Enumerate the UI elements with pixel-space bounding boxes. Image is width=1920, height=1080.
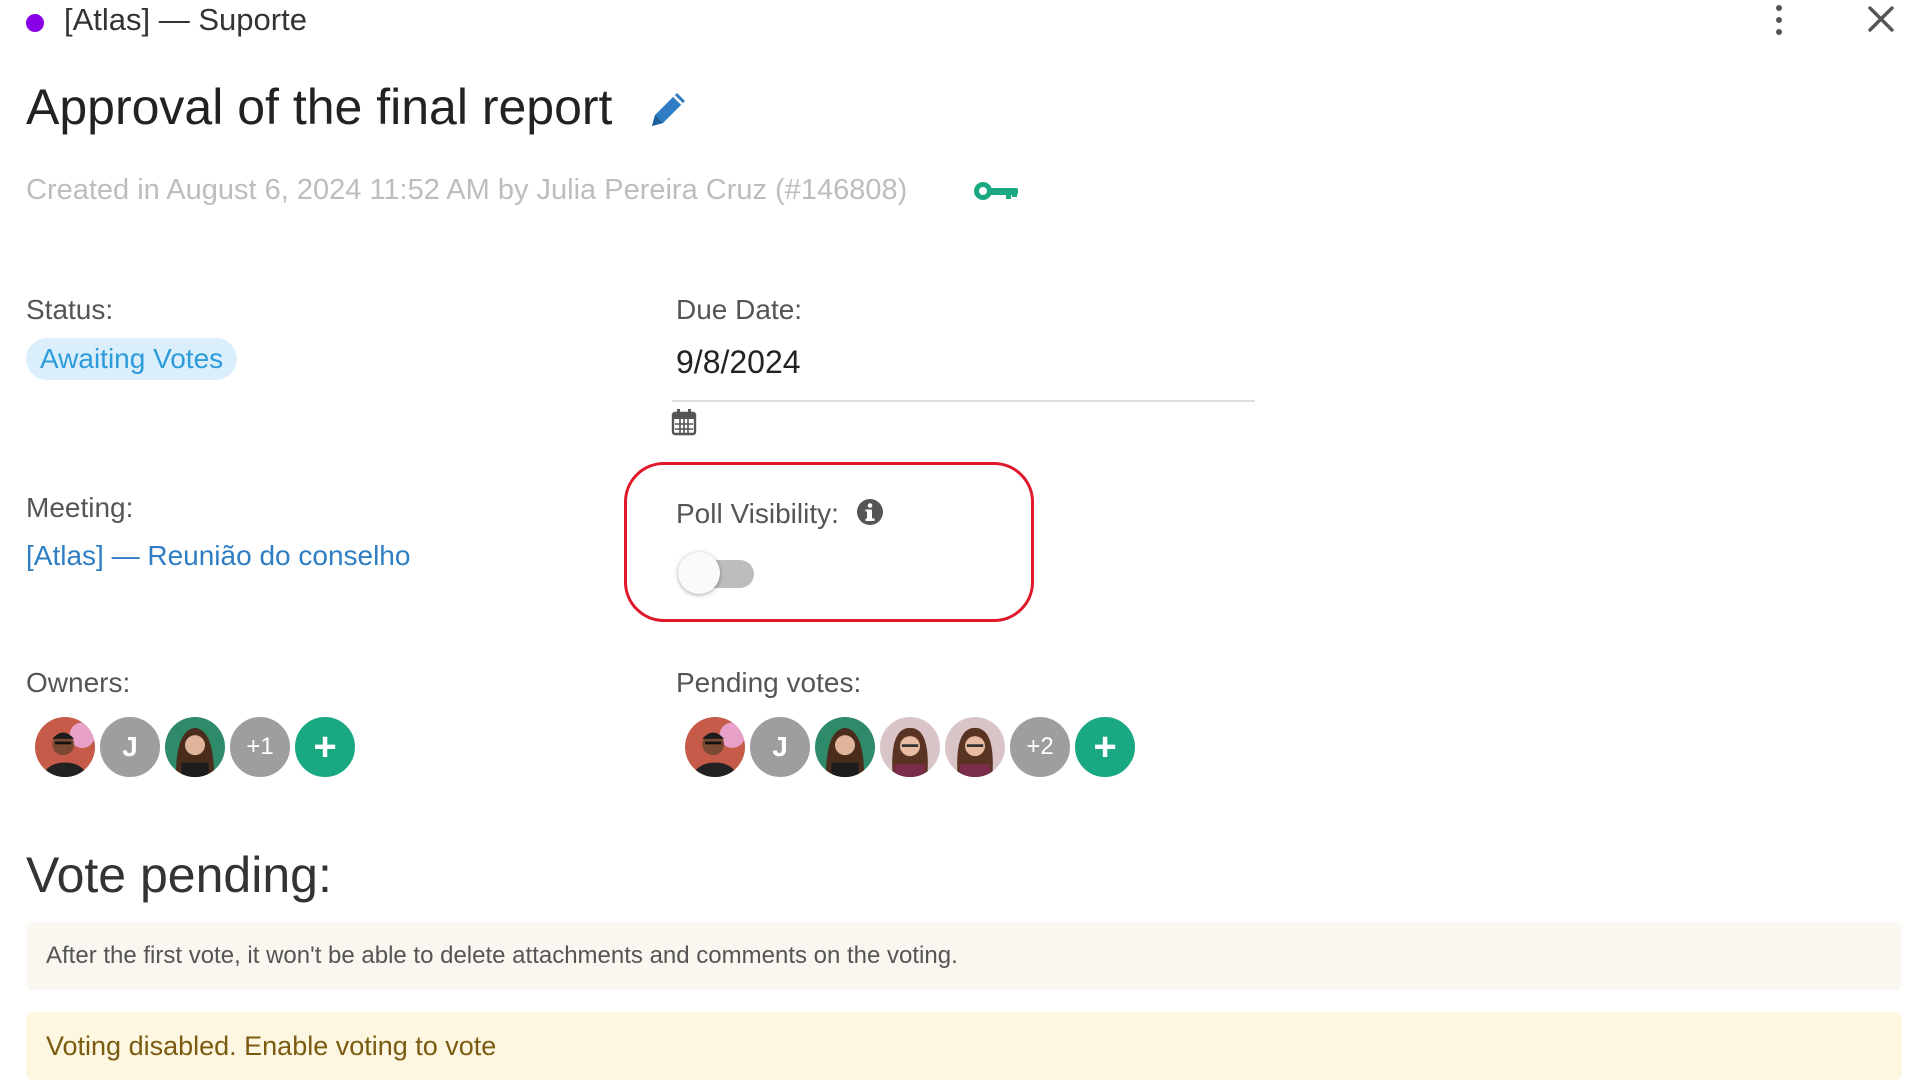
owners-label: Owners: (26, 667, 131, 698)
window-header: [Atlas] — Suporte (0, 0, 1920, 42)
add-voter-button[interactable]: + (1072, 714, 1138, 780)
status-badge: Awaiting Votes (26, 338, 238, 380)
avatar-more-count[interactable]: +2 (1007, 714, 1073, 780)
meeting-link[interactable]: [Atlas] — Reunião do conselho (26, 540, 410, 572)
avatar[interactable] (162, 714, 228, 780)
vote-pending-heading: Vote pending: (26, 847, 332, 903)
toggle-knob (678, 552, 720, 594)
voting-disabled-alert: Voting disabled. Enable voting to vote (26, 1012, 1902, 1080)
pencil-icon[interactable] (644, 84, 694, 134)
calendar-icon[interactable] (671, 408, 697, 436)
workspace-color-dot (26, 14, 44, 32)
add-owner-button[interactable]: + (292, 714, 358, 780)
poll-visibility-toggle[interactable] (678, 552, 758, 594)
avatar[interactable] (812, 714, 878, 780)
avatar-initial[interactable]: J (747, 714, 813, 780)
meeting-label: Meeting: (26, 492, 134, 523)
pending-votes-avatars: J +2 + (682, 714, 1138, 780)
created-info: Created in August 6, 2024 11:52 AM by Ju… (26, 174, 908, 206)
poll-visibility-label: Poll Visibility: (676, 498, 839, 529)
avatar[interactable] (32, 714, 98, 780)
key-icon (972, 176, 1022, 206)
due-date-label: Due Date: (676, 294, 803, 325)
avatar-initial[interactable]: J (97, 714, 163, 780)
avatar[interactable] (682, 714, 748, 780)
due-date-input[interactable]: 9/8/2024 (676, 344, 801, 381)
due-date-underline (672, 400, 1255, 402)
pending-votes-label: Pending votes: (676, 667, 862, 698)
kebab-vertical-icon[interactable] (1768, 0, 1790, 40)
page-title: Approval of the final report (26, 79, 613, 135)
avatar[interactable] (942, 714, 1008, 780)
poll-visibility-highlight (624, 462, 1034, 622)
owners-avatars: J +1 + (32, 714, 358, 780)
info-icon[interactable] (856, 498, 884, 526)
workspace-name: [Atlas] — Suporte (64, 2, 307, 37)
close-icon[interactable] (1860, 0, 1900, 40)
avatar[interactable] (877, 714, 943, 780)
attachments-notice: After the first vote, it won't be able t… (26, 922, 1902, 990)
status-label: Status: (26, 294, 114, 325)
avatar-more-count[interactable]: +1 (227, 714, 293, 780)
